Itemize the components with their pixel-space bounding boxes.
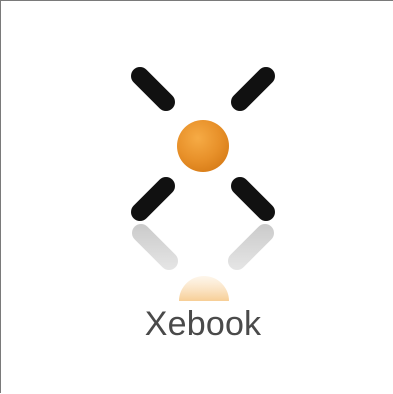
arm-top-right	[231, 67, 275, 111]
arm-bottom-left	[131, 177, 175, 221]
orange-dot	[177, 120, 229, 172]
arm-top-left	[131, 67, 175, 111]
dot-reflection	[179, 276, 229, 301]
logo-wordmark: Xebook	[144, 305, 262, 343]
arm-bottom-right	[231, 177, 275, 221]
logo-tile: Xebook	[0, 0, 393, 393]
